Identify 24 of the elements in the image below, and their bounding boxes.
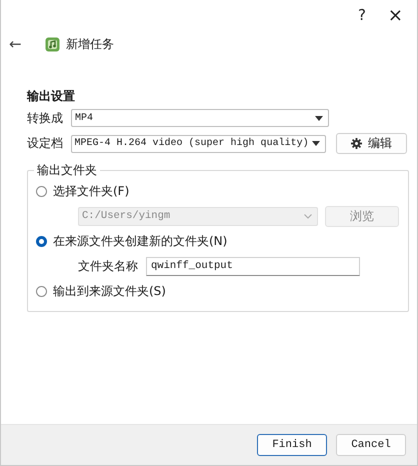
help-button[interactable]: ? xyxy=(358,6,366,24)
folder-name-field[interactable]: qwinff_output xyxy=(146,256,360,276)
convert-label: 转换成 xyxy=(27,110,64,126)
preset-label: 设定档 xyxy=(27,135,64,152)
close-button[interactable]: × xyxy=(388,4,403,26)
gear-icon xyxy=(350,138,362,149)
page-title: 新增任务 xyxy=(66,36,114,52)
radio-label[interactable]: 在来源文件夹创建新的文件夹(N) xyxy=(53,232,228,250)
folder-name-label: 文件夹名称 xyxy=(78,258,138,274)
back-button[interactable]: ← xyxy=(9,35,37,53)
radio-button[interactable] xyxy=(36,236,47,246)
caret-icon xyxy=(312,141,320,146)
group-title: 输出文件夹 xyxy=(36,162,98,179)
edit-button[interactable]: 编辑 xyxy=(336,133,407,154)
finish-button[interactable]: Finish xyxy=(257,434,327,456)
preset-dropdown[interactable]: MPEG-4 H.264 video (super high quality) xyxy=(70,134,326,152)
radio-button[interactable] xyxy=(36,286,47,296)
chevron-icon xyxy=(304,214,312,218)
cancel-button[interactable]: Cancel xyxy=(336,434,406,456)
app-icon xyxy=(45,36,60,52)
format-dropdown[interactable]: MP4 xyxy=(71,109,329,127)
radio-label[interactable]: 输出到来源文件夹(S) xyxy=(53,282,166,300)
section-title: 输出设置 xyxy=(27,88,76,105)
caret-icon xyxy=(315,116,323,120)
